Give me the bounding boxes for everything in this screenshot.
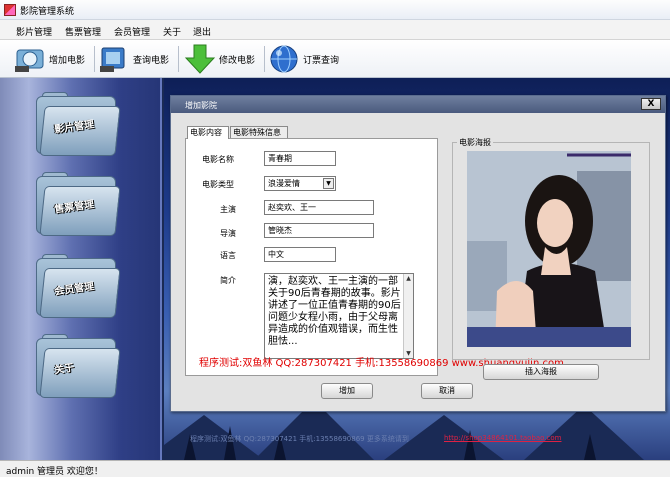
add-movie-icon: [14, 44, 46, 74]
ticket-query-button[interactable]: 订票查询: [268, 43, 339, 75]
nav-folder-member-management[interactable]: 会员管理: [36, 254, 121, 318]
director-label: 导演: [220, 229, 236, 238]
menu-about[interactable]: 关于: [163, 25, 181, 38]
toolbar-separator: [264, 46, 265, 72]
search-movie-button[interactable]: 查询电影: [98, 43, 169, 75]
dialog-close-button[interactable]: X: [641, 98, 661, 110]
app-icon: [4, 4, 16, 16]
intro-scrollbar[interactable]: ▲ ▼: [403, 274, 413, 358]
window-titlebar: 影院管理系统: [0, 0, 670, 20]
tab-movie-special-info[interactable]: 电影特殊信息: [230, 126, 288, 138]
status-text: admin 管理员 欢迎您！: [6, 467, 103, 477]
movie-type-value: 浪漫爱情: [268, 179, 300, 188]
status-bar: admin 管理员 欢迎您！: [0, 460, 670, 477]
nav-folder-movie-management[interactable]: 影片管理: [36, 92, 121, 156]
movie-name-input[interactable]: 青春期: [264, 151, 336, 166]
left-navigation: 影片管理 售票管理 会员管理 关于: [0, 78, 162, 460]
poster-group-label: 电影海报: [457, 137, 493, 148]
intro-text: 演，赵奕欢、王一主演的一部关于90后青春期的故事。影片讲述了一位正值青春期的90…: [268, 276, 401, 347]
toolbar: 增加电影 查询电影 修改电影 订票查询: [0, 40, 670, 78]
ticket-query-label: 订票查询: [303, 55, 340, 66]
dialog-titlebar: 增加影院 X: [171, 96, 665, 113]
add-movie-label: 增加电影: [49, 55, 86, 66]
globe-icon: [268, 44, 300, 74]
language-label: 语言: [220, 251, 236, 260]
intro-textarea[interactable]: 演，赵奕欢、王一主演的一部关于90后青春期的故事。影片讲述了一位正值青春期的90…: [264, 273, 414, 359]
lead-actor-label: 主演: [220, 205, 236, 214]
movie-poster-group: 电影海报: [452, 137, 650, 360]
edit-movie-button[interactable]: 修改电影: [184, 43, 255, 75]
insert-poster-button[interactable]: 插入海报: [483, 364, 599, 380]
footer-contact-text: 程序测试:双鱼林 QQ:287307421 手机:13558690869 更多系…: [190, 435, 409, 443]
tab-movie-content[interactable]: 电影内容: [187, 126, 229, 139]
dialog-title: 增加影院: [185, 101, 217, 110]
movie-content-panel: 电影名称 青春期 电影类型 浪漫爱情 ▼ 主演 赵奕欢、王一 导演 管晓杰 语言…: [185, 138, 438, 376]
add-movie-button[interactable]: 增加电影: [14, 43, 85, 75]
menubar: 影片管理 售票管理 会员管理 关于 退出: [0, 20, 670, 40]
movie-name-label: 电影名称: [202, 155, 234, 164]
toolbar-separator: [94, 46, 95, 72]
toolbar-separator: [178, 46, 179, 72]
menu-ticket-management[interactable]: 售票管理: [65, 25, 101, 38]
menu-movie-management[interactable]: 影片管理: [16, 25, 52, 38]
tree-shape: [584, 434, 596, 460]
folder-front: [39, 348, 121, 398]
footer-shop-link[interactable]: http://shop34864101.taobao.com: [444, 434, 562, 442]
menu-member-management[interactable]: 会员管理: [114, 25, 150, 38]
movie-type-select[interactable]: 浪漫爱情 ▼: [264, 176, 336, 191]
movie-poster-image: [467, 151, 631, 347]
add-movie-dialog: 增加影院 X 电影内容 电影特殊信息 电影名称 青春期 电影类型 浪漫爱情 ▼ …: [170, 95, 666, 412]
lead-actor-input[interactable]: 赵奕欢、王一: [264, 200, 374, 215]
language-input[interactable]: 中文: [264, 247, 336, 262]
nav-folder-ticket-management[interactable]: 售票管理: [36, 172, 121, 236]
edit-movie-label: 修改电影: [219, 55, 256, 66]
window-title: 影院管理系统: [20, 7, 75, 17]
down-arrow-icon: [184, 44, 216, 74]
nav-folder-about[interactable]: 关于: [36, 334, 121, 398]
nav-label: 关于: [53, 362, 75, 377]
cancel-button[interactable]: 取消: [421, 383, 473, 399]
intro-label: 简介: [220, 276, 236, 285]
add-button[interactable]: 增加: [321, 383, 373, 399]
scroll-up-icon[interactable]: ▲: [404, 274, 413, 283]
chevron-down-icon[interactable]: ▼: [323, 178, 334, 189]
search-movie-label: 查询电影: [133, 55, 170, 66]
director-input[interactable]: 管晓杰: [264, 223, 374, 238]
search-movie-icon: [98, 44, 130, 74]
menu-exit[interactable]: 退出: [193, 25, 211, 38]
movie-type-label: 电影类型: [202, 180, 234, 189]
